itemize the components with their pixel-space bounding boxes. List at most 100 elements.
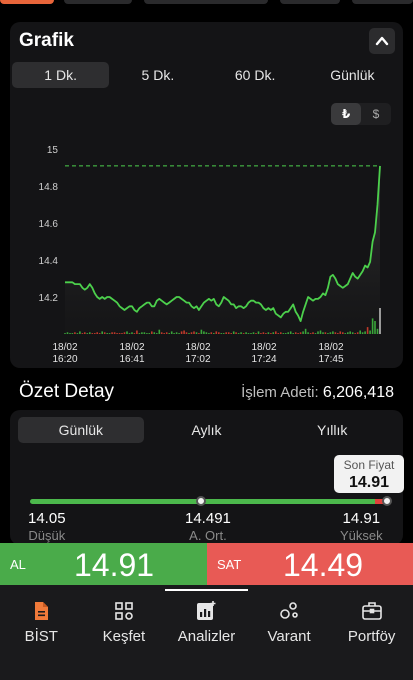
y-tick-label: 14.4 — [39, 256, 59, 267]
volume-bar — [339, 331, 342, 334]
x-tick-time: 17:02 — [185, 354, 210, 365]
volume-bar — [71, 333, 74, 334]
top-segment[interactable] — [64, 0, 132, 4]
volume-bar — [153, 332, 156, 334]
volume-bar — [163, 333, 165, 334]
volume-bar — [158, 329, 161, 334]
volume-bar — [262, 332, 265, 334]
volume-bar — [133, 333, 136, 334]
volume-bar — [250, 333, 252, 334]
tab-period-yillik[interactable]: Yıllık — [269, 417, 395, 443]
volume-bar — [156, 333, 158, 334]
last-price-tooltip: Son Fiyat 14.91 — [334, 455, 404, 493]
high-stat: 14.91 Yüksek — [340, 510, 383, 543]
period-card: Günlük Aylık Yıllık Son Fiyat 14.91 14.0… — [10, 410, 404, 545]
nav-item-kesfet[interactable]: Keşfet — [83, 585, 166, 680]
average-value: 14.491 — [185, 510, 231, 527]
sell-button[interactable]: SAT 14.49 — [207, 543, 413, 585]
volume-bar — [113, 332, 116, 334]
top-segment-active[interactable] — [0, 0, 54, 4]
y-tick-label: 14.6 — [39, 219, 59, 230]
volume-bar — [128, 333, 131, 334]
volume-bar — [183, 330, 185, 334]
volume-bar — [257, 331, 260, 334]
volume-bar — [108, 333, 111, 334]
volume-bar — [213, 333, 215, 334]
volume-bar — [218, 332, 220, 334]
price-chart[interactable]: 1514.814.614.414.218/0216:2018/0216:4118… — [10, 22, 403, 368]
volume-value: 6,206,418 — [322, 384, 394, 401]
volume-bar — [69, 333, 71, 334]
volume-bar — [237, 333, 240, 334]
average-stat: 14.491 A. Ort. — [185, 510, 231, 543]
volume-bar — [327, 333, 329, 334]
volume-bar — [131, 332, 133, 334]
briefcase-icon — [361, 602, 382, 620]
volume-bar — [245, 332, 247, 334]
volume-bar — [247, 333, 250, 334]
volume-bar — [314, 333, 317, 334]
volume-bar — [260, 333, 262, 334]
volume-bar — [232, 331, 235, 334]
volume-bar — [66, 332, 69, 334]
volume-bar — [334, 332, 337, 334]
x-tick-time: 17:24 — [251, 354, 276, 365]
volume-bar — [376, 328, 379, 334]
volume-bar — [270, 333, 272, 334]
nav-item-portfoy[interactable]: Portföy — [330, 585, 413, 680]
top-segment[interactable] — [280, 0, 340, 4]
nav-item-varant[interactable]: Varant — [248, 585, 331, 680]
volume-bar — [198, 333, 200, 334]
volume-bar — [200, 329, 203, 334]
volume-bar — [344, 333, 347, 334]
volume-bar — [359, 330, 361, 334]
period-tabs: Günlük Aylık Yıllık — [18, 417, 395, 443]
volume-bar — [106, 333, 108, 334]
volume-bar — [81, 333, 84, 334]
low-label: Düşük — [28, 528, 66, 543]
bubbles-icon — [280, 602, 298, 619]
summary-title: Özet Detay — [19, 381, 115, 402]
volume-bar — [317, 331, 319, 334]
volume-bar — [168, 333, 170, 334]
tab-period-aylik[interactable]: Aylık — [144, 417, 270, 443]
volume-bar — [252, 332, 255, 334]
volume-bar — [235, 332, 237, 334]
nav-item-analizler[interactable]: Analizler — [165, 585, 248, 680]
volume-bar — [304, 328, 307, 334]
average-marker — [196, 496, 207, 506]
volume-bar — [277, 333, 280, 334]
volume-bar — [185, 332, 188, 334]
volume-bar — [222, 333, 225, 334]
volume-bar — [86, 333, 89, 334]
volume-bar — [272, 332, 275, 334]
y-tick-label: 15 — [47, 145, 59, 156]
top-segment[interactable] — [144, 0, 268, 4]
volume-bar — [351, 332, 354, 334]
volume-bar — [220, 333, 223, 334]
volume-bar — [289, 331, 292, 334]
volume-bar — [175, 332, 178, 334]
average-label: A. Ort. — [189, 528, 227, 543]
volume-bar — [138, 333, 141, 334]
high-label: Yüksek — [340, 528, 383, 543]
volume-bar — [356, 332, 359, 334]
volume-bar — [111, 332, 113, 334]
volume-bar — [361, 332, 364, 334]
nav-item-bist[interactable]: BİST — [0, 585, 83, 680]
y-tick-label: 14.2 — [39, 293, 59, 304]
buy-button[interactable]: AL 14.91 — [0, 543, 207, 585]
volume-bar — [98, 333, 101, 334]
volume-bar — [230, 333, 232, 334]
volume-bar — [342, 332, 344, 334]
volume-bar — [349, 331, 351, 334]
volume-bar — [371, 318, 374, 334]
volume-bar — [227, 332, 230, 334]
volume-label: İşlem Adeti: — [241, 384, 319, 401]
volume-bar — [332, 331, 334, 334]
top-segment[interactable] — [352, 0, 413, 4]
volume-bar — [74, 332, 76, 334]
last-price-marker — [382, 496, 392, 506]
volume-bar — [195, 332, 198, 334]
tab-period-gunluk[interactable]: Günlük — [18, 417, 144, 443]
